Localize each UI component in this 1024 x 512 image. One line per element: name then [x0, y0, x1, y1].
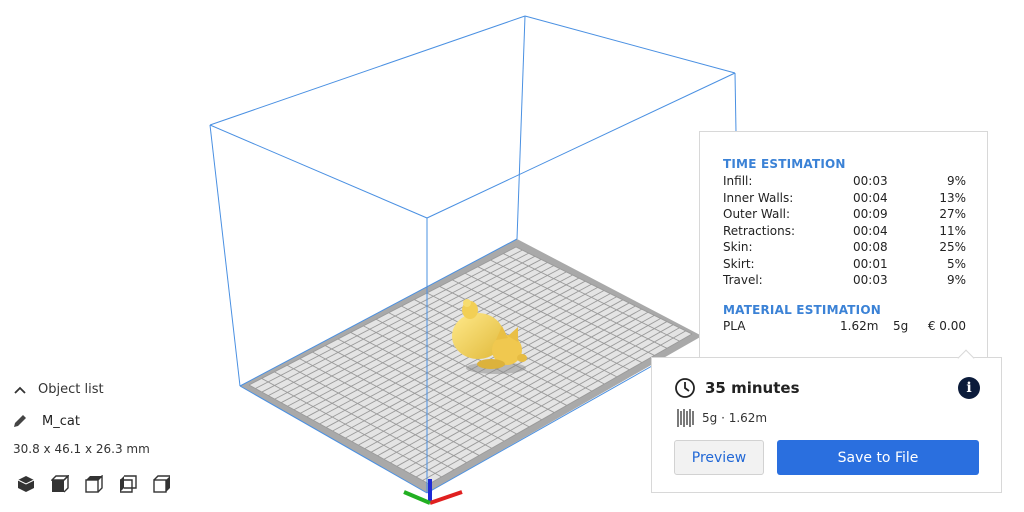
time-estimation-row: Skin: 00:08 25% — [723, 240, 966, 256]
object-name: M_cat — [42, 413, 80, 429]
time-row-label: Travel: — [723, 273, 763, 287]
time-row-time: 00:03 — [853, 273, 888, 287]
time-row-label: Inner Walls: — [723, 190, 794, 205]
material-summary: 5g · 1.62m — [676, 408, 767, 428]
time-row-time: 00:04 — [853, 190, 888, 205]
time-row-percent: 27% — [939, 207, 966, 221]
view-3d-icon[interactable] — [16, 474, 36, 494]
material-row: PLA 1.62m 5g € 0.00 — [723, 319, 966, 335]
material-estimation-title: MATERIAL ESTIMATION — [723, 303, 881, 317]
chevron-up-icon — [14, 386, 26, 394]
time-estimation-row: Infill: 00:03 9% — [723, 174, 966, 190]
time-row-percent: 25% — [939, 240, 966, 254]
time-row-time: 00:04 — [853, 223, 888, 238]
time-row-label: Skirt: — [723, 256, 755, 271]
time-estimation-row: Skirt: 00:01 5% — [723, 257, 966, 273]
time-row-label: Outer Wall: — [723, 207, 791, 221]
print-time-value: 35 minutes — [705, 379, 800, 397]
view-right-icon[interactable] — [152, 474, 172, 494]
material-weight: 5g — [893, 319, 909, 333]
filament-spool-icon — [677, 409, 694, 427]
time-row-time: 00:09 — [853, 207, 888, 221]
material-length: 1.62m — [840, 319, 879, 333]
save-to-file-button[interactable]: Save to File — [777, 440, 979, 475]
object-list-toggle[interactable]: Object list — [14, 382, 104, 397]
time-estimation-title: TIME ESTIMATION — [723, 157, 846, 171]
time-row-percent: 9% — [946, 174, 966, 188]
time-row-time: 00:03 — [853, 174, 888, 188]
time-estimation-row: Travel: 00:03 9% — [723, 273, 966, 289]
view-left-icon[interactable] — [118, 474, 138, 494]
time-row-percent: 11% — [939, 223, 966, 238]
print-time: 35 minutes — [674, 377, 800, 399]
material-type: PLA — [723, 319, 746, 333]
object-list-label: Object list — [38, 382, 104, 397]
time-row-percent: 9% — [946, 273, 966, 287]
clock-icon — [675, 378, 695, 398]
material-cost: € 0.00 — [927, 319, 966, 333]
time-row-label: Skin: — [723, 240, 753, 254]
time-row-label: Retractions: — [723, 223, 796, 238]
time-row-label: Infill: — [723, 174, 753, 188]
time-row-time: 00:08 — [853, 240, 888, 254]
time-row-time: 00:01 — [853, 256, 888, 271]
view-orientation-toolbar — [16, 474, 172, 494]
view-top-icon[interactable] — [84, 474, 104, 494]
preview-button[interactable]: Preview — [674, 440, 764, 475]
info-icon[interactable]: i — [958, 377, 980, 399]
print-estimation-popup: TIME ESTIMATION Infill: 00:03 9% Inner Wall… — [699, 131, 988, 359]
time-estimation-row: Outer Wall: 00:09 27% — [723, 207, 966, 223]
print-action-panel: 35 minutes i 5g · 1.62m Preview Save to … — [651, 357, 1002, 493]
time-row-percent: 13% — [939, 190, 966, 205]
time-estimation-row: Inner Walls: 00:04 13% — [723, 191, 966, 207]
object-dimensions: 30.8 x 46.1 x 26.3 mm — [13, 442, 150, 456]
time-row-percent: 5% — [946, 256, 966, 271]
view-front-icon[interactable] — [50, 474, 70, 494]
object-name-row[interactable]: M_cat — [12, 413, 80, 429]
pencil-icon — [14, 415, 26, 427]
time-estimation-row: Retractions: 00:04 11% — [723, 224, 966, 240]
material-summary-value: 5g · 1.62m — [702, 411, 768, 425]
